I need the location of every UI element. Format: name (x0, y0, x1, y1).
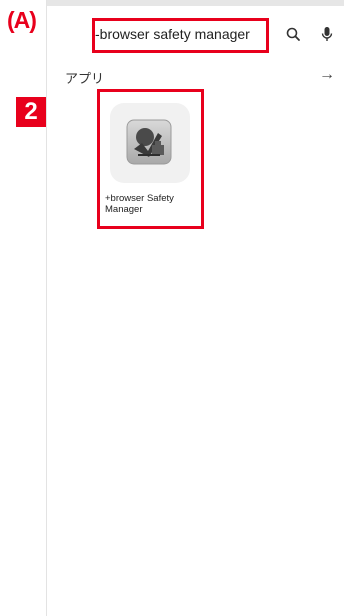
browser-safety-manager-app-icon (126, 119, 172, 165)
mic-icon[interactable] (317, 24, 337, 46)
app-icon-container[interactable] (110, 103, 190, 183)
section-title: アプリ (65, 71, 105, 86)
search-field-highlight (92, 18, 269, 53)
play-store-screen: -browser safety manager アプリ → +browser S… (47, 0, 344, 616)
search-bar[interactable]: -browser safety manager (47, 16, 344, 56)
arrow-right-icon[interactable]: → (319, 66, 335, 84)
app-name[interactable]: +browser Safety Manager (105, 193, 200, 215)
annotation-label-a: (A) (7, 7, 37, 33)
annotation-badge-2: 2 (16, 97, 46, 127)
apps-section-header[interactable]: アプリ → (47, 66, 344, 90)
status-bar (47, 0, 344, 6)
app-result-card[interactable]: +browser Safety Manager (97, 89, 204, 229)
left-gutter (0, 0, 47, 616)
search-icon[interactable] (283, 24, 305, 46)
